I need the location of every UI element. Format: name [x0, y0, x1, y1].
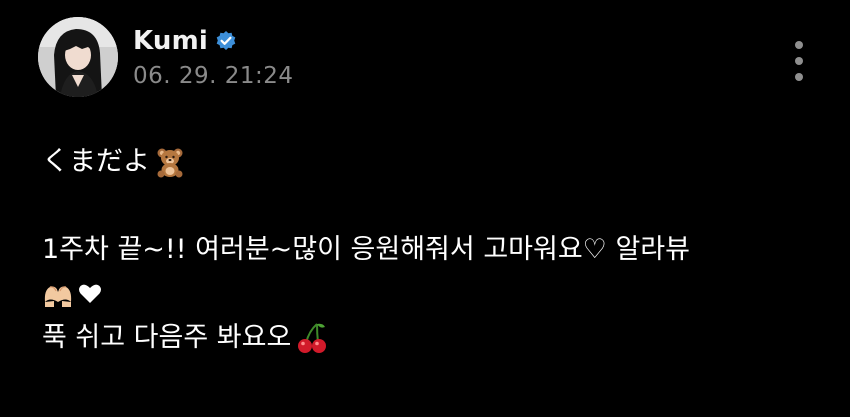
post-line-4-text: 푹 쉬고 다음주 봐요오 [42, 322, 292, 353]
teddy-bear-icon [154, 146, 186, 178]
more-options-button[interactable] [784, 39, 814, 83]
avatar-image [38, 17, 118, 97]
post-line-3 [42, 272, 832, 316]
post-line-4: 푹 쉬고 다음주 봐요오 [42, 316, 832, 360]
author-row: Kumi [133, 21, 237, 61]
cherries-icon [295, 321, 329, 355]
post-line-2-text: 1주차 끝~!! 여러분~많이 응원해줘서 고마워요♡ 알라뷰 [42, 234, 690, 265]
heart-hands-icon [42, 280, 74, 308]
post-card: Kumi 06. 29. 21:24 くまだよ 1주차 끝~!! 여러분~많이 … [0, 0, 850, 417]
post-header: Kumi 06. 29. 21:24 [38, 17, 818, 101]
more-vertical-icon [795, 41, 803, 49]
verified-badge-icon [215, 30, 237, 52]
post-line-1-text: くまだよ [42, 146, 150, 177]
white-heart-icon [78, 283, 102, 305]
more-dot [795, 57, 803, 65]
author-name[interactable]: Kumi [133, 26, 208, 56]
post-timestamp: 06. 29. 21:24 [133, 63, 294, 89]
post-line-2: 1주차 끝~!! 여러분~많이 응원해줘서 고마워요♡ 알라뷰 [42, 228, 832, 272]
avatar[interactable] [38, 17, 118, 97]
more-dot [795, 73, 803, 81]
post-line-1: くまだよ [42, 140, 832, 184]
post-body: くまだよ 1주차 끝~!! 여러분~많이 응원해줘서 고마워요♡ 알라뷰 푹 쉬… [42, 140, 832, 360]
